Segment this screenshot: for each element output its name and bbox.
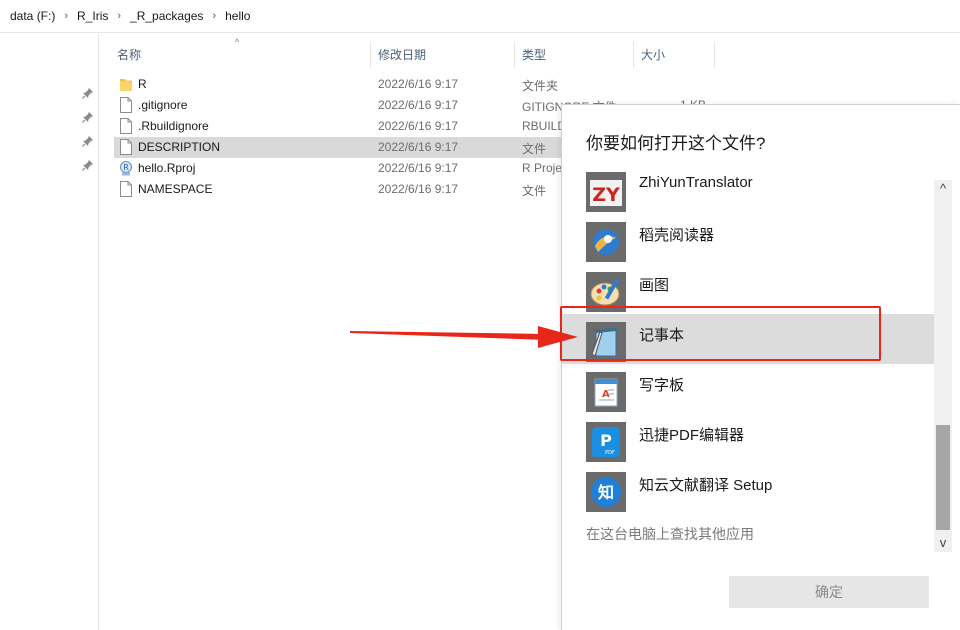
column-divider[interactable] [514, 42, 515, 68]
chevron-right-icon[interactable]: › [212, 10, 216, 22]
app-option-docer-reader[interactable]: 稻壳阅读器 [562, 214, 934, 264]
file-type: 文件 [522, 142, 547, 156]
chevron-down-icon[interactable]: v [934, 534, 952, 552]
scrollbar[interactable]: ^ v [934, 180, 952, 552]
column-divider[interactable] [714, 42, 715, 68]
column-divider[interactable] [370, 42, 371, 68]
app-option-zhiyun-setup[interactable]: 知 知云文献翻译 Setup [562, 464, 934, 514]
file-row-selected[interactable]: DESCRIPTION 2022/6/16 9:17 文件 [114, 137, 584, 158]
file-name: .Rbuildignore [138, 119, 209, 133]
svg-text:ZY: ZY [592, 184, 620, 206]
column-header-date[interactable]: 修改日期 [378, 46, 426, 63]
open-with-dialog: 你要如何打开这个文件? ZY ZhiYunTranslator 稻壳阅读器 画图 [561, 104, 960, 630]
rproj-icon: R [120, 161, 132, 176]
column-header-type[interactable]: 类型 [522, 46, 546, 63]
chevron-up-icon[interactable]: ^ [934, 180, 952, 198]
pin-icon[interactable] [82, 135, 94, 147]
file-date: 2022/6/16 9:17 [378, 161, 459, 175]
file-date: 2022/6/16 9:17 [378, 140, 459, 154]
pin-icon[interactable] [82, 111, 94, 123]
file-icon [120, 97, 132, 113]
zhiyun-translator-icon: ZY [586, 172, 626, 212]
svg-text:PDF: PDF [605, 450, 615, 456]
breadcrumb-hello[interactable]: hello [225, 9, 250, 23]
pdf-editor-icon: P PDF [586, 422, 626, 462]
breadcrumb-r-packages[interactable]: _R_packages [130, 9, 203, 23]
file-type: 文件 [522, 184, 547, 198]
zhiyun-setup-icon: 知 [586, 472, 626, 512]
chevron-right-icon[interactable]: › [117, 10, 121, 22]
column-header-size[interactable]: 大小 [641, 46, 665, 63]
wordpad-icon: A [586, 372, 626, 412]
breadcrumb: data (F:) › R_Iris › _R_packages › hello [0, 0, 960, 33]
file-date: 2022/6/16 9:17 [378, 77, 459, 91]
svg-text:R: R [123, 163, 129, 172]
svg-text:P: P [600, 431, 612, 450]
file-name: R [138, 77, 147, 91]
app-option-zhiyun-translator[interactable]: ZY ZhiYunTranslator [562, 164, 934, 214]
dialog-title: 你要如何打开这个文件? [586, 134, 766, 153]
ok-button[interactable]: 确定 [729, 576, 929, 608]
scrollbar-thumb[interactable] [936, 425, 950, 530]
app-option-wordpad[interactable]: A 写字板 [562, 364, 934, 414]
app-name: 画图 [639, 277, 670, 294]
file-name: DESCRIPTION [138, 140, 221, 154]
app-name: ZhiYunTranslator [639, 174, 753, 191]
file-type: RBUILD [522, 119, 567, 133]
navigation-pane [0, 34, 99, 630]
breadcrumb-r-iris[interactable]: R_Iris [77, 9, 108, 23]
sort-ascending-icon[interactable]: ^ [235, 37, 239, 47]
file-type: R Proje [522, 161, 563, 175]
file-date: 2022/6/16 9:17 [378, 119, 459, 133]
find-other-apps-link[interactable]: 在这台电脑上查找其他应用 [586, 524, 754, 544]
folder-icon [120, 79, 132, 91]
app-name: 稻壳阅读器 [639, 227, 715, 244]
app-option-pdf-editor[interactable]: P PDF 迅捷PDF编辑器 [562, 414, 934, 464]
highlight-box-annotation [560, 306, 881, 361]
column-divider[interactable] [633, 42, 634, 68]
pin-icon[interactable] [82, 159, 94, 171]
pin-icon[interactable] [82, 87, 94, 99]
app-name: 写字板 [639, 377, 685, 394]
column-header-name[interactable]: 名称 [117, 46, 141, 63]
app-name: 知云文献翻译 Setup [639, 477, 773, 494]
file-row[interactable]: R 2022/6/16 9:17 文件夹 [114, 74, 960, 95]
breadcrumb-drive[interactable]: data (F:) [10, 9, 55, 23]
file-icon [120, 139, 132, 155]
chevron-right-icon[interactable]: › [64, 10, 68, 22]
file-name: .gitignore [138, 98, 188, 112]
docer-reader-icon [586, 222, 626, 262]
file-date: 2022/6/16 9:17 [378, 182, 459, 196]
svg-text:知: 知 [598, 483, 614, 502]
file-icon [120, 181, 132, 197]
file-name: hello.Rproj [138, 161, 196, 175]
app-name: 迅捷PDF编辑器 [639, 427, 745, 444]
file-date: 2022/6/16 9:17 [378, 98, 459, 112]
column-header-row: ^ 名称 修改日期 类型 大小 [100, 34, 960, 72]
red-arrow-icon [350, 326, 578, 348]
file-icon [120, 118, 132, 134]
file-type: 文件夹 [522, 79, 559, 93]
file-name: NAMESPACE [138, 182, 213, 196]
